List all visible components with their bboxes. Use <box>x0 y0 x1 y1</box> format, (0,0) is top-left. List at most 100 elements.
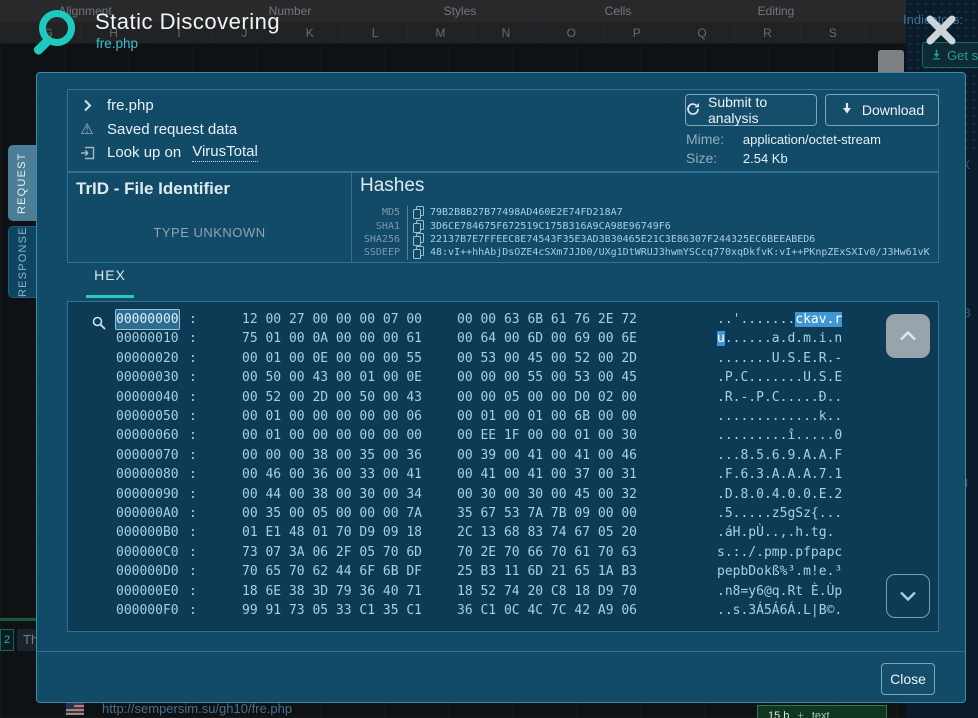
hash-row: SHA1 3D6CE784675F672519C175B316A9CA98E96… <box>352 219 938 232</box>
tab-response[interactable]: RESPONSE <box>8 226 36 298</box>
hex-bytes-group2: 00 01 00 01 00 6B 00 00 <box>457 407 638 426</box>
plus-icon: + <box>797 710 803 718</box>
submit-to-analysis-button[interactable]: Submit to analysis <box>685 94 817 126</box>
hex-offset: 000000F0: <box>116 601 204 620</box>
saved-request-label: Saved request data <box>107 121 237 138</box>
hash-list: MD5 79B2B8B27B77498AD460E2E74FD218A7 SHA… <box>352 206 938 260</box>
hex-bytes-group1: 99 91 73 05 33 C1 35 C1 <box>242 601 423 620</box>
hex-bytes-group2: 25 B3 11 6D 21 65 1A B3 <box>457 562 638 581</box>
size-value: 2.54 Kb <box>743 151 788 166</box>
hex-row[interactable]: 00000070: 00 00 00 38 00 35 00 36 00 39 … <box>68 446 938 465</box>
mime-value: application/octet-stream <box>743 132 881 147</box>
hex-row[interactable]: 00000090: 00 44 00 38 00 30 00 34 00 30 … <box>68 485 938 504</box>
threats-count-badge: 2 <box>0 629 14 651</box>
hex-row[interactable]: 000000C0: 73 07 3A 06 2F 05 70 6D 70 2E … <box>68 543 938 562</box>
trid-status: TYPE UNKNOWN <box>68 225 351 240</box>
virustotal-row: Look up on VirusTotal <box>78 143 258 162</box>
hex-dump: 00000000: 12 00 27 00 00 00 07 00 00 00 … <box>68 310 938 621</box>
scroll-down-button[interactable] <box>886 574 930 618</box>
hex-bytes-group1: 00 01 00 0E 00 00 00 55 <box>242 349 423 368</box>
close-icon[interactable] <box>922 11 960 49</box>
hex-offset: 000000D0: <box>116 562 204 581</box>
hashes-title: Hashes <box>360 175 424 197</box>
hex-tab-underline <box>86 295 134 298</box>
copy-icon[interactable] <box>413 233 424 246</box>
excel-ribbon-group-label: Editing <box>758 4 795 18</box>
hex-row[interactable]: 00000050: 00 01 00 00 00 00 00 06 00 01 … <box>68 407 938 426</box>
hex-bytes-group2: 00 00 00 55 00 53 00 45 <box>457 368 638 387</box>
hex-bytes-group2: 35 67 53 7A 7B 09 00 00 <box>457 504 638 523</box>
close-button[interactable]: Close <box>881 663 935 695</box>
excel-ribbon-group-label: Styles <box>444 4 477 18</box>
download-icon <box>840 102 854 119</box>
excel-column-letter: O <box>539 22 604 43</box>
hex-row[interactable]: 000000A0: 00 35 00 05 00 00 00 7A 35 67 … <box>68 504 938 523</box>
hex-offset: 00000060: <box>116 426 204 445</box>
excel-ribbon-group-label: Cells <box>605 4 632 18</box>
hex-bytes-group2: 00 EE 1F 00 00 01 00 30 <box>457 426 638 445</box>
hex-ascii: .........î.....0 <box>717 426 842 445</box>
dialog-title: Static Discovering <box>95 9 280 35</box>
dialog-footer: Close <box>37 651 965 705</box>
hex-bytes-group1: 00 46 00 36 00 33 00 41 <box>242 465 423 484</box>
excel-column-letter: Q <box>670 22 735 43</box>
hex-bytes-group1: 00 44 00 38 00 30 00 34 <box>242 485 423 504</box>
file-info-panel: fre.php ⚠ Saved request data Look up on … <box>67 89 939 172</box>
screen: Alignment Number Styles Cells Editing G … <box>0 0 978 718</box>
hex-row[interactable]: 00000060: 00 01 00 00 00 00 00 00 00 EE … <box>68 426 938 445</box>
http-content-type: text <box>812 710 830 718</box>
excel-column-letter: L <box>343 22 408 43</box>
copy-icon[interactable] <box>413 246 424 259</box>
hex-row[interactable]: 000000D0: 70 65 70 62 44 6F 6B DF 25 B3 … <box>68 562 938 581</box>
copy-icon[interactable] <box>413 206 424 219</box>
hex-row[interactable]: 000000B0: 01 E1 48 01 70 D9 09 18 2C 13 … <box>68 523 938 542</box>
hex-bytes-group1: 00 50 00 43 00 01 00 0E <box>242 368 423 387</box>
hex-row[interactable]: 000000F0: 99 91 73 05 33 C1 35 C1 36 C1 … <box>68 601 938 620</box>
hex-bytes-group2: 00 30 00 30 00 45 00 32 <box>457 485 638 504</box>
hex-row[interactable]: 00000040: 00 52 00 2D 00 50 00 43 00 00 … <box>68 388 938 407</box>
copy-icon[interactable] <box>413 220 424 233</box>
hex-offset: 000000C0: <box>116 543 204 562</box>
scroll-up-button[interactable] <box>886 314 930 358</box>
hex-bytes-group1: 18 6E 38 3D 79 36 40 71 <box>242 582 423 601</box>
file-name-row[interactable]: fre.php <box>78 97 154 114</box>
hex-row[interactable]: 00000080: 00 46 00 36 00 33 00 41 00 41 … <box>68 465 938 484</box>
hex-ascii: .......U.S.E.R.- <box>717 349 842 368</box>
hash-divider <box>407 246 408 259</box>
hex-row[interactable]: 00000020: 00 01 00 0E 00 00 00 55 00 53 … <box>68 349 938 368</box>
hex-offset: 000000A0: <box>116 504 204 523</box>
hash-divider <box>407 206 408 219</box>
hex-row[interactable]: 00000030: 00 50 00 43 00 01 00 0E 00 00 … <box>68 368 938 387</box>
hex-ascii: .n8=y6@q.Rt È.Ùp <box>717 582 842 601</box>
hex-ascii: ..'.......ckav.r <box>717 310 842 329</box>
lookup-label: Look up on <box>107 144 181 161</box>
download-button[interactable]: Download <box>825 94 939 126</box>
mime-row: Mime: application/octet-stream <box>686 131 881 147</box>
hex-ascii: .5.....z5gSz{... <box>717 504 842 523</box>
excel-column-letter: N <box>474 22 539 43</box>
mime-label: Mime: <box>686 131 739 147</box>
hex-row[interactable]: 000000E0: 18 6E 38 3D 79 36 40 71 18 52 … <box>68 582 938 601</box>
hex-bytes-group2: 00 00 63 6B 61 76 2E 72 <box>457 310 638 329</box>
hex-offset: 00000090: <box>116 485 204 504</box>
dialog-subtitle-filename: fre.php <box>96 36 138 51</box>
hex-bytes-group2: 70 2E 70 66 70 61 70 63 <box>457 543 638 562</box>
hex-offset: 00000020: <box>116 349 204 368</box>
hex-bytes-group2: 00 41 00 41 00 37 00 31 <box>457 465 638 484</box>
tab-hex[interactable]: HEX <box>86 267 134 283</box>
tab-request[interactable]: REQUEST <box>8 145 36 221</box>
hash-divider <box>407 219 408 232</box>
hash-algorithm-label: SSDEEP <box>352 247 400 258</box>
saved-request-row: ⚠ Saved request data <box>78 120 237 138</box>
virustotal-link[interactable]: VirusTotal <box>192 143 258 162</box>
hex-bytes-group2: 00 39 00 41 00 41 00 46 <box>457 446 638 465</box>
hex-offset: 00000030: <box>116 368 204 387</box>
static-discovering-dialog: fre.php ⚠ Saved request data Look up on … <box>36 72 966 703</box>
hex-ascii: pepbDokß%³.m!e.³ <box>717 562 842 581</box>
hash-algorithm-label: MD5 <box>352 207 400 218</box>
hex-row[interactable]: 00000000: 12 00 27 00 00 00 07 00 00 00 … <box>68 310 938 329</box>
hex-bytes-group2: 00 53 00 45 00 52 00 2D <box>457 349 638 368</box>
hex-bytes-group1: 75 01 00 0A 00 00 00 61 <box>242 329 423 348</box>
hash-algorithm-label: SHA1 <box>352 221 400 232</box>
hex-row[interactable]: 00000010: 75 01 00 0A 00 00 00 61 00 64 … <box>68 329 938 348</box>
